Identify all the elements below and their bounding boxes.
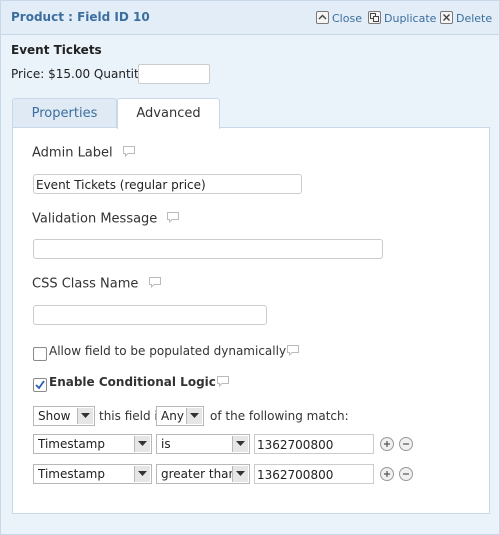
minus-icon <box>403 443 409 445</box>
logic-match-value: Any <box>161 409 184 423</box>
rule-operator-select[interactable]: is <box>156 434 250 454</box>
panel-title: Product : Field ID 10 <box>11 10 150 24</box>
populate-dynamic-label[interactable]: Allow field to be populated dynamically <box>49 344 300 359</box>
tooltip-icon[interactable] <box>216 375 230 390</box>
delete-icon <box>440 11 453 24</box>
chevron-down-icon <box>134 436 150 452</box>
validation-message-input[interactable] <box>33 239 383 259</box>
populate-dynamic-text: Allow field to be populated dynamically <box>49 344 287 358</box>
tab-advanced[interactable]: Advanced <box>117 98 220 129</box>
rule-field-value: Timestamp <box>38 467 105 481</box>
duplicate-label: Duplicate <box>384 12 437 25</box>
price-quantity-label: Price: $15.00 Quantity: <box>11 67 149 81</box>
validation-message-text: Validation Message <box>32 211 158 227</box>
panel-header: Product : Field ID 10 Close Duplicate De… <box>1 1 499 35</box>
close-icon <box>316 11 329 24</box>
add-rule-button[interactable] <box>380 437 394 451</box>
rule-operator-value: is <box>161 437 171 451</box>
close-label: Close <box>332 12 362 25</box>
rule-value-input[interactable]: 1362700800 <box>254 464 374 484</box>
css-class-heading: CSS Class Name <box>32 276 162 292</box>
quantity-input[interactable] <box>138 64 210 84</box>
close-button[interactable]: Close <box>316 11 362 25</box>
admin-label-input[interactable]: Event Tickets (regular price) <box>33 174 302 194</box>
field-name: Event Tickets <box>11 43 102 57</box>
validation-message-heading: Validation Message <box>32 211 180 227</box>
tooltip-icon[interactable] <box>166 211 180 227</box>
duplicate-button[interactable]: Duplicate <box>368 11 436 25</box>
rule-field-select[interactable]: Timestamp <box>33 434 152 454</box>
admin-label-text: Admin Label <box>32 145 113 161</box>
checkmark-icon <box>35 380 45 390</box>
rule-value-input[interactable]: 1362700800 <box>254 434 374 454</box>
advanced-tab-content: Admin Label Event Tickets (regular price… <box>12 127 490 514</box>
conditional-logic-text: Enable Conditional Logic <box>49 375 216 389</box>
remove-rule-button[interactable] <box>399 437 413 451</box>
css-class-input[interactable] <box>33 305 267 325</box>
conditional-logic-label[interactable]: Enable Conditional Logic <box>49 375 230 390</box>
rule-field-select[interactable]: Timestamp <box>33 464 152 484</box>
add-rule-button[interactable] <box>380 467 394 481</box>
chevron-down-icon <box>77 408 93 424</box>
rule-operator-select[interactable]: greater than <box>156 464 250 484</box>
admin-label-heading: Admin Label <box>32 145 136 161</box>
chevron-down-icon <box>134 466 150 482</box>
tooltip-icon[interactable] <box>122 145 136 161</box>
chevron-down-icon <box>232 466 248 482</box>
logic-action-select[interactable]: Show <box>33 406 95 426</box>
delete-label: Delete <box>456 12 493 25</box>
logic-action-value: Show <box>38 409 71 423</box>
conditional-logic-checkbox[interactable] <box>33 378 47 392</box>
rule-operator-value: greater than <box>161 467 237 481</box>
logic-trailing-text: of the following match: <box>210 409 349 423</box>
tooltip-icon[interactable] <box>286 344 300 359</box>
plus-icon <box>384 441 390 447</box>
populate-dynamic-checkbox[interactable] <box>33 347 47 361</box>
remove-rule-button[interactable] <box>399 467 413 481</box>
css-class-text: CSS Class Name <box>32 276 139 292</box>
minus-icon <box>403 473 409 475</box>
rule-field-value: Timestamp <box>38 437 105 451</box>
tab-properties[interactable]: Properties <box>12 98 117 128</box>
field-editor-panel: Product : Field ID 10 Close Duplicate De… <box>0 0 500 535</box>
chevron-down-icon <box>232 436 248 452</box>
duplicate-icon <box>368 11 381 24</box>
logic-match-select[interactable]: Any <box>156 406 204 426</box>
logic-middle-text: this field if <box>99 409 162 423</box>
plus-icon <box>384 471 390 477</box>
delete-button[interactable]: Delete <box>440 11 492 25</box>
tooltip-icon[interactable] <box>148 276 162 292</box>
chevron-down-icon <box>186 408 202 424</box>
